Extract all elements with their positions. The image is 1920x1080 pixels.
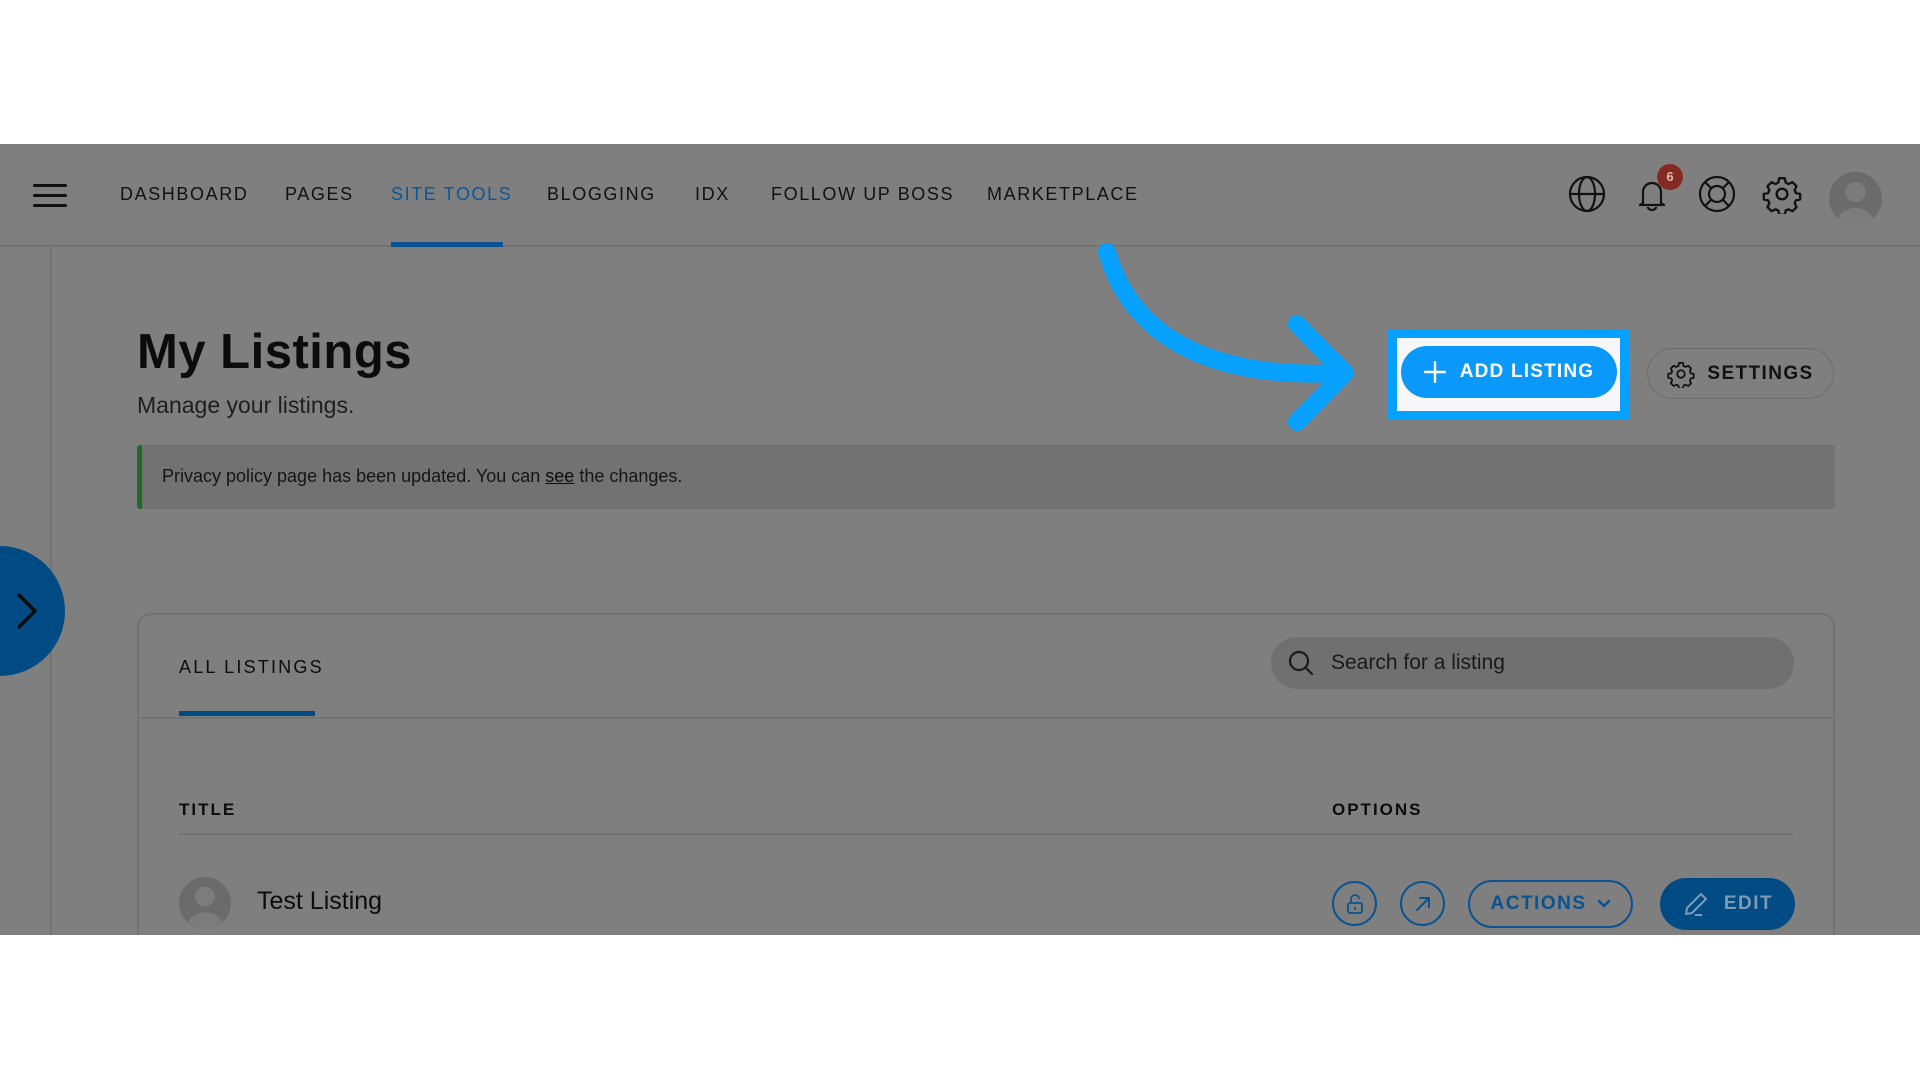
- gear-icon[interactable]: [1762, 174, 1802, 216]
- annotation-highlight-box: ADD LISTING: [1388, 329, 1629, 420]
- listing-avatar: [179, 877, 231, 929]
- nav-item-marketplace[interactable]: MARKETPLACE: [987, 184, 1139, 205]
- user-avatar[interactable]: [1829, 172, 1882, 225]
- nav-item-pages[interactable]: PAGES: [285, 184, 354, 205]
- tab-active-indicator: [179, 711, 315, 716]
- sidebar-expand-button[interactable]: [0, 546, 65, 676]
- page-subtitle: Manage your listings.: [137, 392, 355, 418]
- annotation-arrow-icon: [1098, 243, 1354, 431]
- unlock-icon: [1346, 893, 1363, 914]
- alert-message: Privacy policy page has been updated. Yo…: [162, 466, 682, 487]
- listings-card: ALL LISTINGS Search for a listing TITLE …: [137, 613, 1835, 935]
- tab-all-listings[interactable]: ALL LISTINGS: [179, 657, 324, 678]
- arrow-up-right-icon: [1415, 896, 1430, 911]
- gear-icon: [1667, 361, 1695, 388]
- listing-title[interactable]: Test Listing: [257, 887, 382, 916]
- nav-active-indicator: [391, 242, 503, 247]
- unlock-button[interactable]: [1332, 881, 1377, 926]
- alert-banner: Privacy policy page has been updated. Yo…: [137, 445, 1835, 509]
- tab-divider: [139, 717, 1833, 719]
- hamburger-menu-icon[interactable]: [33, 184, 67, 208]
- add-listing-button[interactable]: ADD LISTING: [1401, 346, 1617, 398]
- actions-dropdown[interactable]: ACTIONS: [1468, 880, 1633, 928]
- page-title: My Listings: [137, 325, 413, 379]
- nav-item-blogging[interactable]: BLOGGING: [547, 184, 656, 205]
- pencil-icon: [1684, 893, 1707, 916]
- nav-item-follow-up-boss[interactable]: FOLLOW UP BOSS: [771, 184, 954, 205]
- app-screen: DASHBOARD PAGES SITE TOOLS BLOGGING IDX …: [0, 144, 1920, 935]
- header-divider: [179, 833, 1794, 835]
- avatar-icon: [1837, 182, 1874, 225]
- column-header-title: TITLE: [179, 800, 237, 819]
- settings-button[interactable]: SETTINGS: [1647, 348, 1834, 399]
- search-placeholder: Search for a listing: [1331, 651, 1505, 674]
- alert-text-before: Privacy policy page has been updated. Yo…: [162, 466, 546, 486]
- column-header-options: OPTIONS: [1332, 800, 1423, 819]
- globe-icon[interactable]: [1567, 174, 1607, 214]
- chevron-down-icon: [1597, 899, 1610, 908]
- chevron-right-icon: [17, 593, 37, 629]
- edit-button[interactable]: EDIT: [1660, 878, 1795, 930]
- nav-item-dashboard[interactable]: DASHBOARD: [120, 184, 248, 205]
- nav-item-idx[interactable]: IDX: [695, 184, 730, 205]
- notification-badge: 6: [1657, 164, 1683, 190]
- alert-see-link[interactable]: see: [545, 466, 574, 486]
- search-input[interactable]: Search for a listing: [1271, 637, 1794, 689]
- actions-label: ACTIONS: [1490, 893, 1587, 914]
- plus-icon: [1423, 361, 1446, 383]
- lifebuoy-icon[interactable]: [1697, 174, 1737, 214]
- nav-item-site-tools[interactable]: SITE TOOLS: [391, 184, 512, 205]
- alert-text-after: the changes.: [574, 466, 683, 486]
- add-listing-label: ADD LISTING: [1459, 361, 1595, 382]
- search-icon: [1288, 650, 1314, 676]
- avatar-icon: [187, 886, 223, 929]
- edit-label: EDIT: [1723, 893, 1774, 914]
- settings-label: SETTINGS: [1707, 362, 1814, 384]
- open-external-button[interactable]: [1400, 881, 1445, 926]
- top-navigation: DASHBOARD PAGES SITE TOOLS BLOGGING IDX …: [0, 144, 1920, 247]
